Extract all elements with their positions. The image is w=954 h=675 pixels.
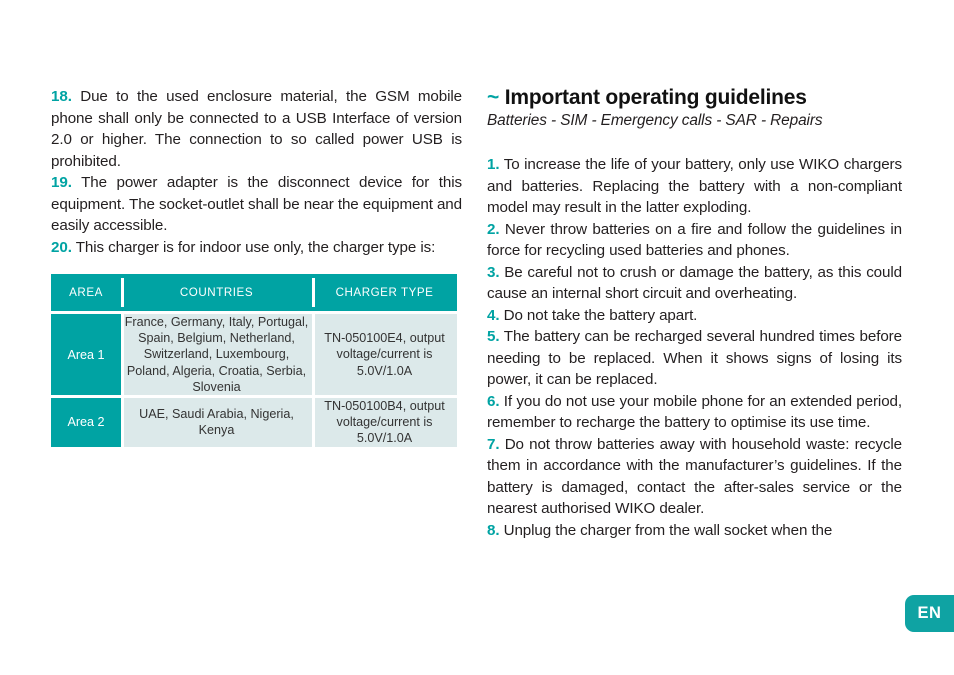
charger-type-table: AREA COUNTRIES CHARGER TYPE Area 1 Franc… [51, 274, 457, 447]
guideline-number: 3. [487, 263, 500, 281]
guidelines-list: 1. To increase the life of your battery,… [487, 154, 902, 541]
guideline-number: 4. [487, 306, 500, 324]
paragraph-number: 18. [51, 88, 72, 105]
heading-marker-icon: ~ [487, 86, 500, 109]
guideline-8: 8. Unplug the charger from the wall sock… [487, 520, 902, 542]
column-header-area: AREA [51, 274, 121, 311]
cell-charger-type: TN-050100B4, output voltage/current is 5… [312, 395, 457, 447]
guideline-7: 7. Do not throw batteries away with hous… [487, 434, 902, 520]
table-row: Area 2 UAE, Saudi Arabia, Nigeria, Kenya… [51, 395, 457, 447]
section-heading-text: Important operating guidelines [504, 86, 807, 109]
cell-charger-type: TN-050100E4, output voltage/current is 5… [312, 311, 457, 396]
guideline-text: Unplug the charger from the wall socket … [503, 521, 833, 539]
left-column: 18. Due to the used enclosure material, … [51, 86, 462, 258]
guideline-2: 2. Never throw batteries on a fire and f… [487, 219, 902, 262]
paragraph-text: This charger is for indoor use only, the… [75, 238, 436, 256]
guideline-text: The battery can be recharged several hun… [487, 328, 902, 388]
paragraph-20: 20. This charger is for indoor use only,… [51, 237, 462, 259]
guideline-5: 5. The battery can be recharged several … [487, 326, 902, 391]
language-tab-label: EN [917, 604, 942, 622]
column-header-charger-type: CHARGER TYPE [312, 274, 457, 311]
guideline-text: Be careful not to crush or damage the ba… [487, 263, 902, 303]
column-header-countries: COUNTRIES [121, 274, 312, 311]
guideline-number: 2. [487, 220, 500, 238]
paragraph-number: 20. [51, 238, 72, 256]
guideline-3: 3. Be careful not to crush or damage the… [487, 262, 902, 305]
cell-area: Area 2 [51, 395, 121, 447]
guideline-text: If you do not use your mobile phone for … [487, 392, 903, 432]
guideline-4: 4. Do not take the battery apart. [487, 305, 902, 327]
guideline-number: 5. [487, 328, 500, 345]
section-heading: ~ Important operating guidelines [487, 86, 902, 110]
paragraph-text: Due to the used enclosure material, the … [51, 88, 462, 170]
language-tab-en[interactable]: EN [905, 595, 954, 632]
cell-countries: France, Germany, Italy, Portugal, Spain,… [121, 311, 312, 396]
cell-area: Area 1 [51, 311, 121, 396]
guideline-1: 1. To increase the life of your battery,… [487, 154, 902, 219]
guideline-text: To increase the life of your battery, on… [487, 156, 902, 216]
paragraph-19: 19. The power adapter is the disconnect … [51, 172, 462, 237]
cell-countries: UAE, Saudi Arabia, Nigeria, Kenya [121, 395, 312, 447]
guideline-number: 1. [487, 156, 500, 173]
guideline-number: 6. [487, 392, 500, 410]
right-column: ~ Important operating guidelines Batteri… [487, 86, 902, 541]
manual-page: 18. Due to the used enclosure material, … [0, 0, 954, 675]
guideline-6: 6. If you do not use your mobile phone f… [487, 391, 902, 434]
paragraph-number: 19. [51, 174, 72, 191]
guideline-number: 7. [487, 435, 500, 453]
paragraph-text: The power adapter is the disconnect devi… [51, 174, 462, 234]
table-row: Area 1 France, Germany, Italy, Portugal,… [51, 311, 457, 396]
section-subheading: Batteries - SIM - Emergency calls - SAR … [487, 112, 823, 129]
guideline-text: Do not throw batteries away with househo… [487, 435, 902, 518]
guideline-text: Do not take the battery apart. [503, 306, 698, 324]
paragraph-18: 18. Due to the used enclosure material, … [51, 86, 462, 172]
table-header-row: AREA COUNTRIES CHARGER TYPE [51, 274, 457, 311]
guideline-number: 8. [487, 521, 500, 539]
guideline-text: Never throw batteries on a fire and foll… [487, 220, 902, 260]
